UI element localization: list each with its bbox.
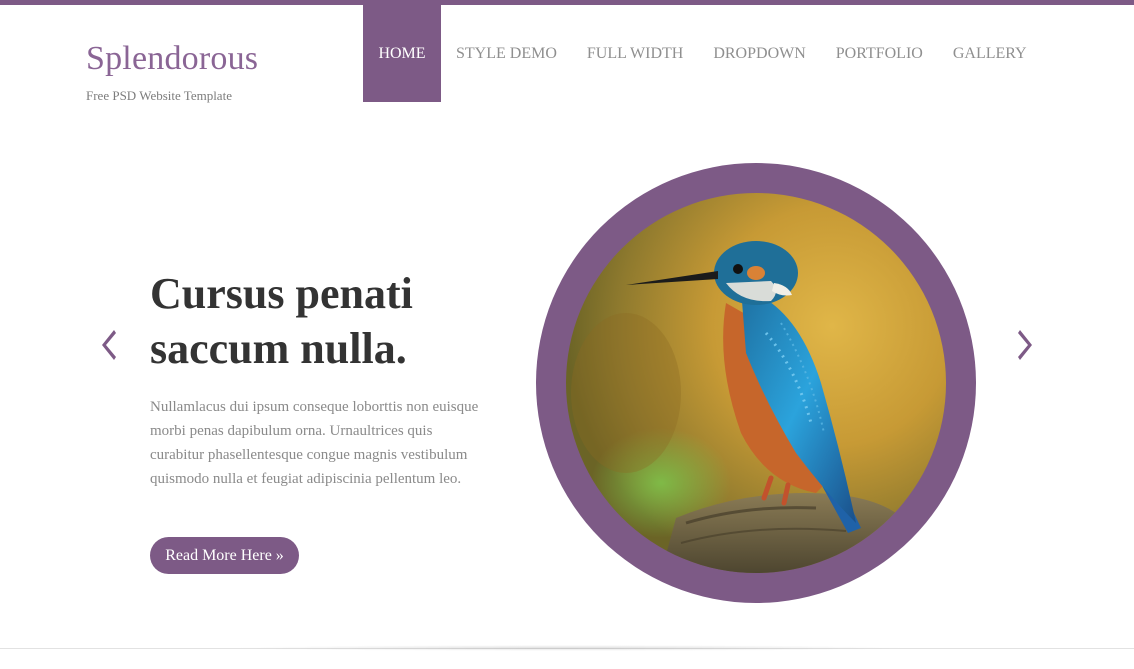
nav-item-home[interactable]: HOME xyxy=(363,5,441,102)
nav-item-portfolio[interactable]: PORTFOLIO xyxy=(821,5,938,102)
site-tagline: Free PSD Website Template xyxy=(86,88,232,103)
nav-item-full-width[interactable]: FULL WIDTH xyxy=(572,5,698,102)
divider-shadow xyxy=(230,645,910,651)
nav-item-dropdown[interactable]: DROPDOWN xyxy=(698,5,820,102)
chevron-right-icon[interactable] xyxy=(1014,322,1038,368)
site-title[interactable]: Splendorous xyxy=(86,40,258,78)
site-logo[interactable]: Splendorous Free PSD Website Template xyxy=(86,40,258,104)
chevron-left-icon[interactable] xyxy=(96,322,120,368)
slide-headline: Cursus penati saccum nulla. xyxy=(150,269,413,373)
slide-description: Nullamlacus dui ipsum conseque loborttis… xyxy=(150,399,479,487)
kingfisher-photo xyxy=(566,193,946,573)
nav-item-style-demo[interactable]: STYLE DEMO xyxy=(441,5,572,102)
nav-item-gallery[interactable]: GALLERY xyxy=(938,5,1042,102)
section-divider xyxy=(0,645,1134,669)
slide-image-frame xyxy=(536,163,976,603)
main-nav: HOME STYLE DEMO FULL WIDTH DROPDOWN PORT… xyxy=(363,5,1042,102)
read-more-button[interactable]: Read More Here » xyxy=(150,537,299,574)
